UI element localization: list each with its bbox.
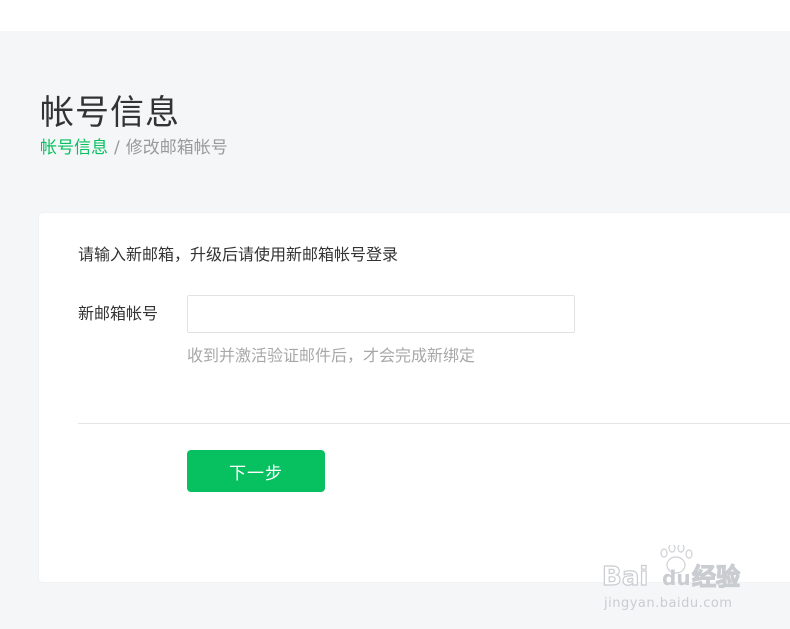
instruction-text: 请输入新邮箱，升级后请使用新邮箱帐号登录 [78, 245, 399, 264]
breadcrumb-current: 修改邮箱帐号 [125, 138, 228, 158]
page-title: 帐号信息 [40, 92, 180, 133]
breadcrumb-separator: / [114, 138, 120, 158]
email-field-hint: 收到并激活验证邮件后，才会完成新绑定 [187, 346, 476, 365]
email-field-label: 新邮箱帐号 [78, 304, 159, 323]
next-step-button[interactable]: 下一步 [187, 450, 325, 492]
email-field[interactable] [187, 295, 575, 333]
form-card: 请输入新邮箱，升级后请使用新邮箱帐号登录 新邮箱帐号 收到并激活验证邮件后，才会… [39, 213, 790, 582]
divider [78, 423, 790, 424]
breadcrumb: 帐号信息 / 修改邮箱帐号 [40, 136, 228, 160]
top-bar [0, 0, 790, 31]
svg-text:jingyan.baidu.com: jingyan.baidu.com [603, 596, 732, 611]
breadcrumb-link-account-info[interactable]: 帐号信息 [40, 138, 108, 158]
